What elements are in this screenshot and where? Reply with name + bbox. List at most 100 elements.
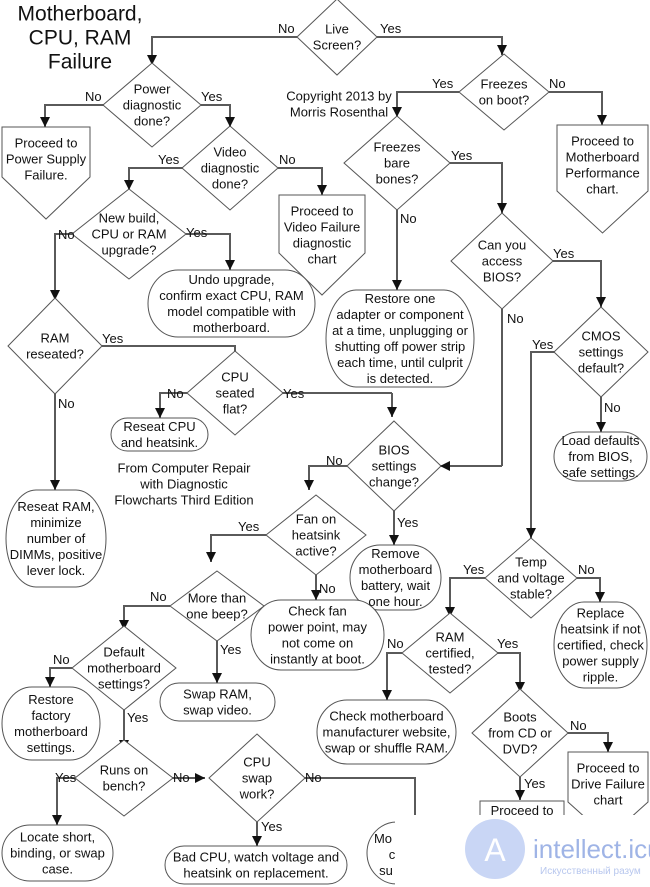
remove-battery-line: motherboard [359, 562, 433, 577]
ram-certified-line: certified, [425, 646, 474, 661]
arrow-head-icon [497, 203, 507, 213]
connector-line [102, 345, 236, 365]
fan-on-heatsink-line: Fan on [296, 512, 336, 527]
new-build-line: upgrade? [102, 243, 157, 258]
arrow-head-icon [603, 742, 613, 752]
video-failure-line: Proceed to [291, 204, 354, 219]
edge-label-no: No [507, 311, 524, 326]
edge-label-yes: Yes [102, 331, 124, 346]
mb-performance-line: Performance [565, 166, 639, 181]
power-diagnostic-line: diagnostic [123, 98, 182, 113]
power-supply-line: Power Supply [6, 152, 87, 167]
restore-one-line: adapter or component [336, 307, 464, 322]
edge-label-no: No [53, 652, 70, 667]
more-than-one-beep-line: More than [188, 591, 247, 606]
arrow-head-icon [317, 185, 327, 195]
drive-failure-line: Proceed to [577, 761, 640, 776]
connector-line [449, 577, 485, 617]
watermark-logo-glyph: A [484, 832, 506, 868]
reseat-cpu-line: Reseat CPU [123, 419, 195, 434]
arrow-head-icon [40, 117, 50, 127]
fan-on-heatsink-line: heatsink [292, 528, 341, 543]
watermark-brand: intellect.icu [533, 834, 650, 864]
reseat-ram-line: minimize [30, 515, 81, 530]
chart-title-line: CPU, RAM [29, 27, 132, 50]
source-note-line: with Diagnostic [139, 477, 228, 492]
freezes-bare-bones-line: bones? [376, 172, 419, 187]
source-note-line: Flowcharts Third Edition [114, 493, 253, 508]
check-mb-site-line: swap or shuffle RAM. [325, 741, 448, 756]
arrow-head-icon [392, 280, 402, 290]
video-diagnostic-line: diagnostic [201, 161, 260, 176]
access-bios-line: Can you [478, 238, 526, 253]
locate-short-line: case. [42, 862, 73, 877]
edge-label-yes: Yes [158, 152, 180, 167]
default-motherboard-line: Default [103, 645, 145, 660]
freezes-bare-bones-line: Freezes [374, 140, 421, 155]
cmos-default-line: settings [579, 345, 624, 360]
edge-label-yes: Yes [283, 386, 305, 401]
load-defaults-line: safe settings. [562, 465, 639, 480]
runs-on-bench-line: Runs on [100, 763, 148, 778]
edge-label-no: No [319, 581, 336, 596]
edge-label-yes: Yes [261, 819, 283, 834]
reseat-ram-line: lever lock. [27, 563, 86, 578]
ram-reseated-line: reseated? [26, 347, 84, 362]
arrow-head-icon [195, 773, 205, 783]
mb-performance-line: chart. [586, 182, 619, 197]
check-fan-line: Check fan [288, 604, 347, 619]
cpu-swap-work-line: work? [239, 787, 275, 802]
edge-label-no: No [400, 211, 417, 226]
connector-line [568, 732, 609, 752]
edge-label-yes: Yes [497, 636, 519, 651]
arrow-head-icon [595, 592, 605, 602]
check-fan-line: power point, may [268, 620, 367, 635]
temp-voltage-stable-line: stable? [510, 587, 552, 602]
mb-performance-line: Motherboard [566, 150, 640, 165]
reseat-cpu-line: and heatsink. [121, 435, 198, 450]
check-mb-site-line: manufacturer website, [323, 725, 451, 740]
drive-failure-line: Drive Failure [571, 777, 645, 792]
arrow-head-icon [155, 408, 165, 418]
undo-upgrade-line: Undo upgrade, [188, 272, 274, 287]
power-supply-line: Proceed to [15, 136, 78, 151]
cpu-seated-line: flat? [223, 402, 248, 417]
edge-label-no: No [578, 562, 595, 577]
new-build-line: CPU or RAM [91, 227, 166, 242]
edge-label-yes: Yes [397, 515, 419, 530]
cmos-default-line: default? [578, 361, 624, 376]
cpu-swap-work-line: swap [242, 771, 272, 786]
default-motherboard-line: motherboard [87, 661, 161, 676]
connector-line [577, 577, 601, 602]
arrow-head-icon [212, 673, 222, 683]
bios-settings-change-line: BIOS [378, 443, 409, 458]
replace-heatsink-line: Replace [577, 606, 625, 621]
restore-one-line: shutting off power strip [335, 339, 466, 354]
check-fan-line: not come on [282, 636, 354, 651]
edge-label-no: No [278, 21, 295, 36]
cmos-default-line: CMOS [582, 329, 621, 344]
arrow-head-icon [45, 677, 55, 687]
bios-settings-change-line: change? [369, 475, 419, 490]
arrow-head-icon [225, 260, 235, 270]
undo-upgrade-line: confirm exact CPU, RAM [159, 288, 303, 303]
edge-label-yes: Yes [451, 148, 473, 163]
reseat-ram-line: DIMMs, positive [10, 547, 102, 562]
arrow-head-icon [515, 790, 525, 800]
edge-label-yes: Yes [553, 246, 575, 261]
boots-from-cd-line: from CD or [488, 726, 552, 741]
video-diagnostic-line: done? [212, 177, 248, 192]
copyright-line: Copyright 2013 by [286, 89, 392, 104]
bad-cpu-line: Bad CPU, watch voltage and [173, 850, 339, 865]
connector-line [396, 91, 459, 117]
edge-label-no: No [58, 396, 75, 411]
edge-label-no: No [549, 76, 566, 91]
cpu-seated-line: CPU [221, 370, 248, 385]
load-defaults-line: Load defaults [561, 433, 640, 448]
live-screen-line: Live [325, 22, 349, 37]
edge-label-no: No [570, 718, 587, 733]
cpu-swap-work-line: CPU [243, 755, 270, 770]
cpu-seated-line: seated [215, 386, 254, 401]
undo-upgrade-line: motherboard. [193, 320, 270, 335]
edge-label-no: No [279, 152, 296, 167]
